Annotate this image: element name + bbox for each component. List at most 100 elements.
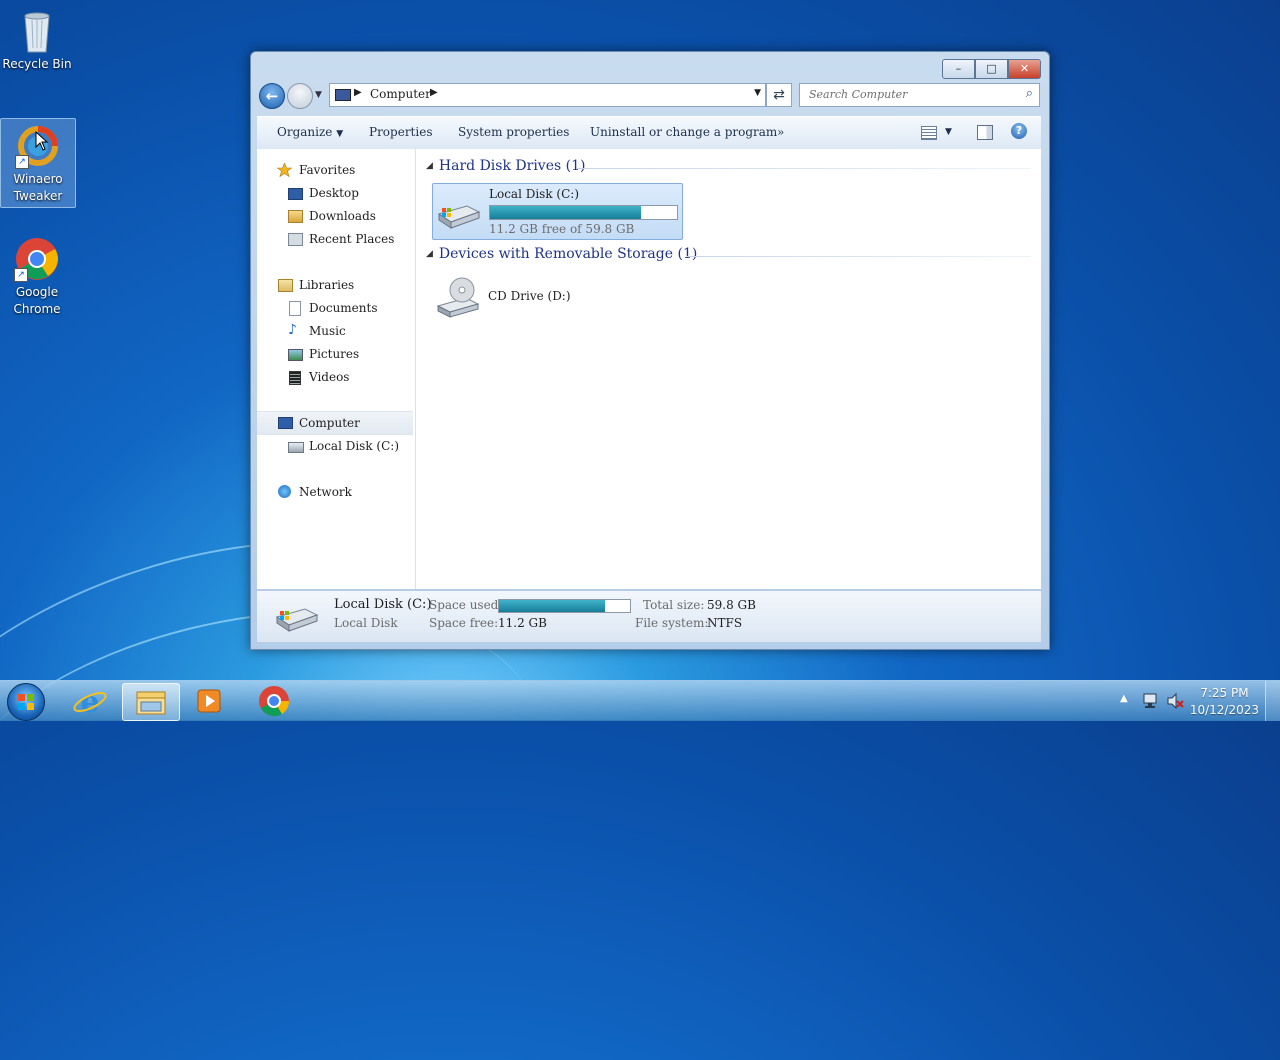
mouse-cursor-icon — [35, 131, 49, 151]
clock-time: 7:25 PM — [1200, 686, 1249, 700]
breadcrumb-arrow-icon[interactable]: ▶ — [430, 87, 438, 98]
nav-item-computer[interactable]: Computer — [257, 411, 413, 435]
show-desktop-button[interactable] — [1265, 681, 1280, 721]
drive-name: Local Disk (C:) — [489, 187, 580, 201]
space-free-value: 11.2 GB — [498, 616, 547, 630]
desktop-icon-google-chrome[interactable]: ↗ Google Chrome — [0, 232, 74, 318]
nav-item-local-disk[interactable]: Local Disk (C:) — [257, 435, 413, 457]
nav-item-music[interactable]: ♪ Music — [257, 320, 413, 342]
nav-item-libraries[interactable]: Libraries — [257, 274, 413, 296]
taskbar-google-chrome[interactable] — [246, 683, 302, 719]
taskbar-windows-explorer[interactable] — [122, 683, 180, 721]
nav-item-desktop[interactable]: Desktop — [257, 182, 413, 204]
downloads-folder-icon — [288, 210, 303, 223]
desktop-icon-label: Recycle Bin — [2, 57, 72, 71]
back-button[interactable]: ← — [259, 83, 285, 109]
system-clock[interactable]: 7:25 PM 10/12/2023 — [1190, 685, 1259, 719]
desktop-icon-recycle-bin[interactable]: Recycle Bin — [0, 4, 74, 73]
group-header-hard-disk[interactable]: ◢ Hard Disk Drives (1) — [426, 158, 585, 174]
more-commands-button[interactable]: » — [777, 125, 784, 139]
drive-usage-bar — [489, 205, 678, 220]
recent-places-icon — [288, 233, 303, 246]
drive-usage-fill — [490, 206, 642, 219]
refresh-button[interactable]: ⇄ — [766, 83, 792, 107]
collapse-triangle-icon[interactable]: ◢ — [426, 161, 433, 171]
nav-item-downloads[interactable]: Downloads — [257, 205, 413, 227]
desktop-icon — [288, 188, 303, 200]
address-dropdown-icon[interactable]: ▼ — [754, 88, 761, 98]
address-bar[interactable]: ▶ Computer ▶ ▼ — [329, 83, 766, 107]
shortcut-arrow-icon: ↗ — [14, 268, 28, 282]
taskbar: e ▲ 7:25 PM 10/12/2023 — [0, 680, 1280, 721]
taskbar-internet-explorer[interactable]: e — [62, 683, 118, 720]
clock-date: 10/12/2023 — [1189, 703, 1259, 717]
caption-buttons: – □ ✕ — [942, 59, 1041, 79]
drive-free-space: 11.2 GB free of 59.8 GB — [489, 222, 635, 236]
view-dropdown-icon[interactable]: ▼ — [945, 127, 952, 137]
internet-explorer-icon: e — [73, 685, 107, 720]
content-pane: ◢ Hard Disk Drives (1) Local Disk (C:) 11… — [416, 149, 1041, 589]
space-used-bar — [498, 599, 631, 613]
command-bar: Organize ▼ Properties System properties … — [257, 116, 1041, 150]
libraries-icon — [278, 279, 293, 292]
forward-button[interactable] — [287, 83, 313, 109]
collapse-triangle-icon[interactable]: ◢ — [426, 249, 433, 259]
show-hidden-icons-button[interactable]: ▲ — [1120, 693, 1128, 704]
space-used-label: Space used: — [429, 598, 503, 612]
search-box[interactable]: Search Computer ⌕ — [799, 83, 1040, 107]
breadcrumb-computer[interactable]: Computer — [370, 87, 431, 101]
taskbar-media-player[interactable] — [182, 683, 238, 719]
search-icon[interactable]: ⌕ — [1026, 86, 1033, 101]
minimize-button[interactable]: – — [942, 59, 975, 79]
nav-item-pictures[interactable]: Pictures — [257, 343, 413, 365]
system-properties-button[interactable]: System properties — [458, 125, 569, 139]
drive-name: CD Drive (D:) — [488, 289, 571, 303]
search-placeholder[interactable]: Search Computer — [809, 88, 907, 101]
uninstall-program-button[interactable]: Uninstall or change a program — [590, 125, 777, 139]
network-tray-icon[interactable] — [1141, 692, 1159, 710]
shortcut-arrow-icon: ↗ — [15, 155, 29, 169]
properties-button[interactable]: Properties — [369, 125, 432, 139]
file-system-value: NTFS — [707, 616, 743, 630]
desktop-icon-label: Google Chrome — [13, 285, 61, 316]
space-free-label: Space free: — [429, 616, 499, 630]
videos-icon — [289, 371, 301, 385]
preview-pane-icon[interactable] — [977, 125, 993, 140]
nav-item-favorites[interactable]: Favorites — [257, 159, 413, 181]
nav-item-videos[interactable]: Videos — [257, 366, 413, 388]
file-system-label: File system: — [635, 616, 709, 630]
group-divider — [686, 256, 1031, 257]
computer-icon — [335, 89, 351, 101]
group-header-removable[interactable]: ◢ Devices with Removable Storage (1) — [426, 246, 697, 262]
music-icon: ♪ — [288, 322, 297, 338]
organize-menu[interactable]: Organize ▼ — [277, 125, 343, 139]
folder-icon — [136, 691, 166, 715]
change-view-icon[interactable] — [921, 126, 937, 140]
close-button[interactable]: ✕ — [1008, 59, 1041, 79]
svg-text:e: e — [80, 685, 99, 719]
media-player-icon — [197, 689, 221, 713]
drive-tile-d[interactable]: CD Drive (D:) — [432, 271, 632, 321]
volume-muted-icon[interactable] — [1166, 692, 1184, 710]
drive-tile-c[interactable]: Local Disk (C:) 11.2 GB free of 59.8 GB — [432, 183, 683, 240]
hard-drive-icon — [275, 608, 319, 632]
maximize-button[interactable]: □ — [975, 59, 1008, 79]
help-icon[interactable]: ? — [1011, 123, 1027, 139]
chrome-icon: ↗ — [14, 236, 60, 282]
space-used-fill — [499, 600, 606, 612]
nav-item-recent-places[interactable]: Recent Places — [257, 228, 413, 250]
breadcrumb-arrow-icon[interactable]: ▶ — [354, 87, 362, 98]
explorer-window: – □ ✕ ← ▼ ▶ Computer ▶ ▼ ⇄ Search Comput… — [250, 51, 1050, 650]
nav-item-documents[interactable]: Documents — [257, 297, 413, 319]
start-button[interactable] — [7, 683, 45, 721]
recycle-bin-icon — [14, 8, 60, 54]
computer-icon — [278, 417, 293, 429]
nav-item-network[interactable]: Network — [257, 481, 413, 503]
hard-drive-icon — [288, 442, 304, 453]
star-icon — [277, 163, 292, 177]
details-drive-name: Local Disk (C:) — [334, 597, 432, 612]
cd-drive-icon — [436, 277, 480, 318]
pictures-icon — [288, 349, 303, 361]
navigation-pane: Favorites Desktop Downloads Recent Place… — [257, 149, 416, 589]
recent-pages-dropdown[interactable]: ▼ — [315, 90, 322, 100]
